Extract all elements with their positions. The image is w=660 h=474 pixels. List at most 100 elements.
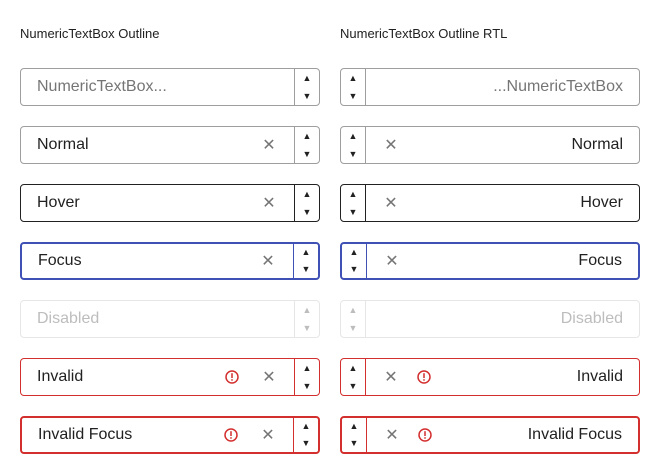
error-icon xyxy=(417,427,433,443)
spin-down-icon: ▼ xyxy=(348,322,358,333)
spin-down-icon[interactable]: ▼ xyxy=(341,377,365,395)
value-text: Disabled xyxy=(37,310,100,327)
spin-down-icon: ▼ xyxy=(302,322,312,333)
input-area[interactable]: Invalid ✕ xyxy=(21,359,294,395)
input-area[interactable]: Hover ✕ xyxy=(21,185,294,221)
input-area[interactable]: Focus ✕ xyxy=(367,244,638,278)
numerictextbox-focus[interactable]: Focus ✕ ▲ ▼ xyxy=(20,242,320,280)
input-area[interactable]: Normal ✕ xyxy=(21,127,294,163)
value-text: Focus xyxy=(578,252,622,269)
spinner: ▲ ▼ xyxy=(294,359,319,395)
spin-up-icon: ▲ xyxy=(348,304,358,315)
spinner: ▲ ▼ xyxy=(294,301,319,337)
numerictextbox-disabled: Disabled ▲ ▼ xyxy=(20,300,320,338)
input-area: Disabled xyxy=(366,301,639,337)
input-area: Disabled xyxy=(21,301,294,337)
clear-icon[interactable]: ✕ xyxy=(382,368,400,386)
spinner: ▲ ▼ xyxy=(342,244,367,278)
numerictextbox-rtl-disabled: Disabled ▲ ▼ xyxy=(340,300,640,338)
spin-down-icon[interactable]: ▼ xyxy=(295,377,319,395)
value-text: Invalid xyxy=(37,368,84,385)
input-area[interactable]: ...NumericTextBox xyxy=(366,69,639,105)
spinner: ▲ ▼ xyxy=(341,185,366,221)
spin-up-icon[interactable]: ▲ xyxy=(341,69,365,87)
input-area[interactable]: Normal ✕ xyxy=(366,127,639,163)
numerictextbox-rtl-normal[interactable]: Normal ✕ ▲ ▼ xyxy=(340,126,640,164)
error-icon xyxy=(224,369,240,385)
value-text: Normal xyxy=(571,136,623,153)
spin-up-icon[interactable]: ▲ xyxy=(294,418,318,435)
spin-down-icon[interactable]: ▼ xyxy=(342,261,366,278)
error-icon xyxy=(416,369,432,385)
spinner: ▲ ▼ xyxy=(341,127,366,163)
spin-up-icon[interactable]: ▲ xyxy=(294,244,318,261)
spin-up-icon[interactable]: ▲ xyxy=(295,359,319,377)
value-text: Disabled xyxy=(560,310,623,327)
spin-up-icon[interactable]: ▲ xyxy=(342,418,366,435)
value-text: Invalid xyxy=(576,368,623,385)
numerictextbox-invalid[interactable]: Invalid ✕ ▲ ▼ xyxy=(20,358,320,396)
numerictextbox-invalid-focus[interactable]: Invalid Focus ✕ ▲ ▼ xyxy=(20,416,320,454)
input-area[interactable]: NumericTextBox... xyxy=(21,69,294,105)
placeholder-text: ...NumericTextBox xyxy=(493,78,623,95)
input-area[interactable]: Focus ✕ xyxy=(22,244,293,278)
spin-down-icon[interactable]: ▼ xyxy=(342,435,366,452)
spin-down-icon[interactable]: ▼ xyxy=(294,261,318,278)
clear-icon[interactable]: ✕ xyxy=(259,252,277,270)
spin-up-icon[interactable]: ▲ xyxy=(342,244,366,261)
value-text: Focus xyxy=(38,252,82,269)
spin-down-icon[interactable]: ▼ xyxy=(294,435,318,452)
value-text: Normal xyxy=(37,136,89,153)
spinner: ▲ ▼ xyxy=(293,418,318,452)
spin-down-icon[interactable]: ▼ xyxy=(295,87,319,105)
spinner: ▲ ▼ xyxy=(293,244,318,278)
spinner: ▲ ▼ xyxy=(342,418,367,452)
spinner: ▲ ▼ xyxy=(341,301,366,337)
spin-down-icon[interactable]: ▼ xyxy=(341,87,365,105)
numerictextbox-rtl-focus[interactable]: Focus ✕ ▲ ▼ xyxy=(340,242,640,280)
spinner: ▲ ▼ xyxy=(294,185,319,221)
value-text: Invalid Focus xyxy=(527,426,622,443)
spin-down-icon[interactable]: ▼ xyxy=(295,203,319,221)
clear-icon[interactable]: ✕ xyxy=(383,252,401,270)
spin-up-icon[interactable]: ▲ xyxy=(295,185,319,203)
input-area[interactable]: Invalid ✕ xyxy=(366,359,639,395)
spin-up-icon[interactable]: ▲ xyxy=(341,359,365,377)
spin-down-icon[interactable]: ▼ xyxy=(295,145,319,163)
spinner: ▲ ▼ xyxy=(341,69,366,105)
input-area[interactable]: Invalid Focus ✕ xyxy=(22,418,293,452)
clear-icon[interactable]: ✕ xyxy=(382,136,400,154)
clear-icon[interactable]: ✕ xyxy=(382,194,400,212)
placeholder-text: NumericTextBox... xyxy=(37,78,167,95)
spinner: ▲ ▼ xyxy=(294,127,319,163)
numerictextbox-rtl-invalid-focus[interactable]: Invalid Focus ✕ ▲ ▼ xyxy=(340,416,640,454)
spinner: ▲ ▼ xyxy=(294,69,319,105)
clear-icon[interactable]: ✕ xyxy=(260,368,278,386)
numerictextbox-rtl-placeholder[interactable]: ...NumericTextBox ▲ ▼ xyxy=(340,68,640,106)
numerictextbox-placeholder[interactable]: NumericTextBox... ▲ ▼ xyxy=(20,68,320,106)
value-text: Hover xyxy=(580,194,623,211)
spin-down-icon[interactable]: ▼ xyxy=(341,145,365,163)
clear-icon[interactable]: ✕ xyxy=(260,194,278,212)
spinner: ▲ ▼ xyxy=(341,359,366,395)
spin-down-icon[interactable]: ▼ xyxy=(341,203,365,221)
error-icon xyxy=(223,427,239,443)
spin-up-icon: ▲ xyxy=(302,304,312,315)
spin-up-icon[interactable]: ▲ xyxy=(341,185,365,203)
clear-icon[interactable]: ✕ xyxy=(260,136,278,154)
input-area[interactable]: Invalid Focus ✕ xyxy=(367,418,638,452)
column-title-ltr: NumericTextBox Outline xyxy=(20,26,160,41)
spin-up-icon[interactable]: ▲ xyxy=(341,127,365,145)
clear-icon[interactable]: ✕ xyxy=(259,426,277,444)
value-text: Invalid Focus xyxy=(38,426,133,443)
numerictextbox-hover[interactable]: Hover ✕ ▲ ▼ xyxy=(20,184,320,222)
numerictextbox-rtl-hover[interactable]: Hover ✕ ▲ ▼ xyxy=(340,184,640,222)
clear-icon[interactable]: ✕ xyxy=(383,426,401,444)
value-text: Hover xyxy=(37,194,80,211)
spin-up-icon[interactable]: ▲ xyxy=(295,69,319,87)
input-area[interactable]: Hover ✕ xyxy=(366,185,639,221)
column-title-rtl: NumericTextBox Outline RTL xyxy=(340,26,508,41)
numerictextbox-normal[interactable]: Normal ✕ ▲ ▼ xyxy=(20,126,320,164)
spin-up-icon[interactable]: ▲ xyxy=(295,127,319,145)
numerictextbox-rtl-invalid[interactable]: Invalid ✕ ▲ ▼ xyxy=(340,358,640,396)
